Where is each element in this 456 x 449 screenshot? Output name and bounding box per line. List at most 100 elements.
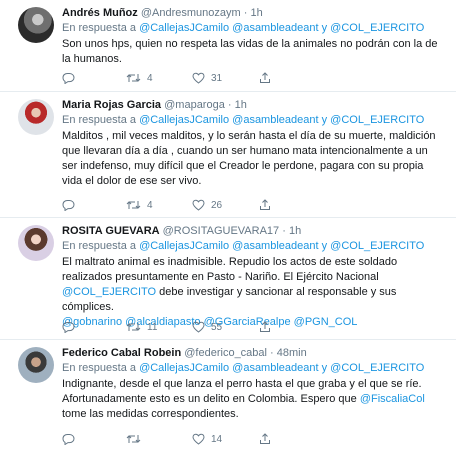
like-button[interactable]: 26 bbox=[192, 197, 222, 213]
like-count: 14 bbox=[211, 433, 223, 445]
mention-link[interactable]: @asambleadeant bbox=[232, 114, 318, 126]
reply-button[interactable] bbox=[62, 431, 75, 447]
share-icon bbox=[260, 321, 270, 332]
tweet-header: ROSITA GUEVARA @ROSITAGUEVARA17 · 1h bbox=[62, 224, 448, 238]
mention-link[interactable]: @asambleadeant bbox=[232, 22, 318, 34]
tweet-feed: Andrés Muñoz @Andresmunozaym · 1h En res… bbox=[0, 0, 456, 449]
tweet-content: Andrés Muñoz @Andresmunozaym · 1h En res… bbox=[62, 6, 448, 67]
author-name[interactable]: Andrés Muñoz bbox=[62, 7, 138, 19]
tweet[interactable]: Maria Rojas Garcia @maparoga · 1h En res… bbox=[0, 92, 456, 218]
separator: · bbox=[270, 347, 274, 359]
author-name[interactable]: Federico Cabal Robein bbox=[62, 347, 181, 359]
tweet-content: ROSITA GUEVARA @ROSITAGUEVARA17 · 1h En … bbox=[62, 224, 448, 330]
tweet-text-line: El maltrato animal es inadmisible. Repud… bbox=[62, 256, 398, 268]
author-handle[interactable]: @federico_cabal bbox=[184, 347, 267, 359]
reply-icon bbox=[62, 322, 75, 333]
author-handle[interactable]: @maparoga bbox=[164, 99, 225, 111]
tweet-text-line: Afortunadamente esto es un delito en Col… bbox=[62, 393, 425, 405]
retweet-button[interactable] bbox=[126, 431, 147, 447]
tweet-text-line: vida el dolor de ese ser vivo. bbox=[62, 175, 202, 187]
avatar[interactable] bbox=[18, 99, 54, 135]
share-button[interactable] bbox=[259, 319, 271, 335]
mention-link[interactable]: @asambleadeant bbox=[232, 362, 318, 374]
avatar[interactable] bbox=[18, 347, 54, 383]
author-name[interactable]: Maria Rojas Garcia bbox=[62, 99, 161, 111]
like-button[interactable]: 55 bbox=[192, 319, 222, 335]
tweet-actions: 4 26 bbox=[62, 197, 382, 213]
reply-and: y bbox=[321, 362, 328, 374]
like-icon bbox=[192, 199, 205, 211]
retweet-button[interactable]: 4 bbox=[126, 197, 153, 213]
reply-icon bbox=[62, 200, 75, 211]
reply-button[interactable] bbox=[62, 70, 75, 86]
author-handle[interactable]: @ROSITAGUEVARA17 bbox=[163, 225, 280, 237]
reply-and: y bbox=[321, 240, 328, 252]
tweet-header: Andrés Muñoz @Andresmunozaym · 1h bbox=[62, 6, 448, 20]
tweet-content: Federico Cabal Robein @federico_cabal · … bbox=[62, 346, 448, 422]
mention-link[interactable]: @CallejasJCamilo bbox=[139, 22, 229, 34]
tweet-text: Malditos , mil veces malditos, y lo será… bbox=[62, 129, 448, 189]
tweet-text-line: que llevaran día a día , cuando un ser h… bbox=[62, 145, 428, 157]
retweet-icon bbox=[126, 201, 141, 209]
mention-link[interactable]: @COL_EJERCITO bbox=[330, 240, 424, 252]
like-button[interactable]: 31 bbox=[192, 70, 222, 86]
mention-link[interactable]: @CallejasJCamilo bbox=[139, 114, 229, 126]
tweet-text-line: Indignante, desde el que lanza el perro … bbox=[62, 378, 422, 390]
like-count: 31 bbox=[211, 72, 223, 84]
reply-context: En respuesta a @CallejasJCamilo @asamble… bbox=[62, 114, 425, 126]
reply-button[interactable] bbox=[62, 197, 75, 213]
tweet[interactable]: Federico Cabal Robein @federico_cabal · … bbox=[0, 340, 456, 449]
reply-context: En respuesta a @CallejasJCamilo @asamble… bbox=[62, 362, 425, 374]
retweet-button[interactable]: 11 bbox=[126, 319, 157, 335]
reply-icon bbox=[62, 434, 75, 445]
retweet-icon bbox=[126, 74, 141, 82]
tweet-time[interactable]: 1h bbox=[250, 7, 262, 19]
tweet-time[interactable]: 1h bbox=[235, 99, 247, 111]
tweet[interactable]: ROSITA GUEVARA @ROSITAGUEVARA17 · 1h En … bbox=[0, 218, 456, 340]
mention-link[interactable]: @asambleadeant bbox=[232, 240, 318, 252]
mention-link[interactable]: @FiscaliaCol bbox=[360, 393, 425, 405]
retweet-button[interactable]: 4 bbox=[126, 70, 153, 86]
share-button[interactable] bbox=[259, 70, 271, 86]
tweet-header: Maria Rojas Garcia @maparoga · 1h bbox=[62, 98, 448, 112]
mention-link[interactable]: @COL_EJERCITO bbox=[330, 22, 424, 34]
reply-context: En respuesta a @CallejasJCamilo @asamble… bbox=[62, 22, 425, 34]
like-count: 55 bbox=[211, 321, 223, 333]
reply-and: y bbox=[321, 114, 328, 126]
mention-link[interactable]: @CallejasJCamilo bbox=[139, 362, 229, 374]
reply-and: y bbox=[321, 22, 328, 34]
separator: · bbox=[227, 99, 232, 111]
share-icon bbox=[260, 433, 270, 444]
like-count: 26 bbox=[211, 199, 223, 211]
tweet-text: Indignante, desde el que lanza el perro … bbox=[62, 377, 448, 422]
tweet[interactable]: Andrés Muñoz @Andresmunozaym · 1h En res… bbox=[0, 0, 456, 92]
tweet-text-line: ser indefenso, muy difícil que el Creado… bbox=[62, 160, 424, 172]
tweet-text-line: Malditos , mil veces malditos, y lo será… bbox=[62, 130, 436, 142]
tweet-text: Son unos hps, quien no respeta las vidas… bbox=[62, 37, 448, 67]
mention-link[interactable]: @COL_EJERCITO bbox=[330, 114, 424, 126]
retweet-count: 4 bbox=[147, 199, 153, 211]
like-button[interactable]: 14 bbox=[192, 431, 222, 447]
separator: · bbox=[243, 7, 248, 19]
mention-link[interactable]: @CallejasJCamilo bbox=[139, 240, 229, 252]
tweet-actions: 4 31 bbox=[62, 70, 382, 86]
tweet-text-line: realizados presuntamente en Pasto - Nari… bbox=[62, 271, 379, 283]
like-icon bbox=[192, 433, 205, 445]
tweet-header: Federico Cabal Robein @federico_cabal · … bbox=[62, 346, 448, 360]
share-button[interactable] bbox=[259, 197, 271, 213]
tweet-time[interactable]: 1h bbox=[289, 225, 301, 237]
tweet-text-line: Son unos hps, quien no respeta las vidas… bbox=[62, 38, 438, 50]
share-button[interactable] bbox=[259, 431, 271, 447]
reply-icon bbox=[62, 73, 75, 84]
retweet-icon bbox=[126, 435, 141, 443]
reply-button[interactable] bbox=[62, 319, 75, 335]
tweet-actions: 14 bbox=[62, 431, 382, 447]
avatar[interactable] bbox=[18, 225, 54, 261]
mention-link[interactable]: @COL_EJERCITO bbox=[62, 286, 156, 298]
separator: · bbox=[282, 225, 286, 237]
tweet-time[interactable]: 48min bbox=[277, 347, 307, 359]
avatar[interactable] bbox=[18, 7, 54, 43]
author-name[interactable]: ROSITA GUEVARA bbox=[62, 225, 160, 237]
author-handle[interactable]: @Andresmunozaym bbox=[141, 7, 241, 19]
mention-link[interactable]: @COL_EJERCITO bbox=[330, 362, 424, 374]
